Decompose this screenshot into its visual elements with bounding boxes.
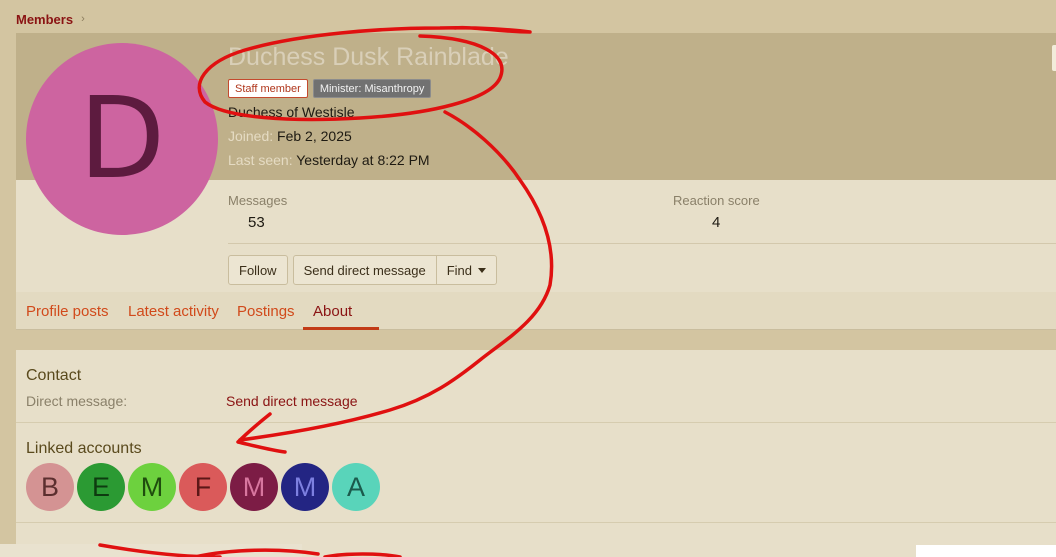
tab-postings[interactable]: Postings — [237, 303, 295, 320]
linked-account-avatar[interactable]: M — [230, 463, 278, 511]
linked-accounts-heading: Linked accounts — [26, 440, 142, 457]
contact-heading: Contact — [26, 367, 82, 384]
active-tab-underline — [303, 327, 379, 330]
profile-card: D Duchess Dusk Rainblade Staff member Mi… — [16, 33, 1056, 330]
about-section: Contact Direct message: Send direct mess… — [16, 350, 1056, 557]
joined-line: Joined: Feb 2, 2025 — [228, 128, 352, 144]
linked-account-avatar[interactable]: M — [281, 463, 329, 511]
linked-account-avatar[interactable]: F — [179, 463, 227, 511]
linked-account-avatar[interactable]: A — [332, 463, 380, 511]
messages-stat: Messages 53 — [228, 193, 287, 231]
joined-label: Joined: — [228, 128, 274, 144]
reaction-score-stat: Reaction score 4 — [673, 193, 760, 231]
stats-divider — [228, 243, 1056, 244]
user-title: Duchess of Westisle — [228, 104, 355, 120]
follow-button[interactable]: Follow — [228, 255, 288, 285]
last-seen-value: Yesterday at 8:22 PM — [296, 152, 430, 168]
bottom-white-box — [916, 545, 1056, 557]
linked-accounts-list: BEMFMMA — [26, 463, 380, 511]
linked-account-avatar[interactable]: B — [26, 463, 74, 511]
find-dropdown-button[interactable]: Find — [436, 255, 497, 285]
messages-count[interactable]: 53 — [228, 214, 287, 231]
reaction-score-label: Reaction score — [673, 193, 760, 208]
user-badges: Staff member Minister: Misanthropy — [228, 79, 432, 98]
tab-profile-posts[interactable]: Profile posts — [26, 303, 109, 320]
section-divider — [16, 522, 1056, 523]
linked-account-avatar[interactable]: M — [128, 463, 176, 511]
send-direct-message-link[interactable]: Send direct message — [226, 393, 358, 409]
caret-down-icon — [478, 267, 486, 273]
tab-latest-activity[interactable]: Latest activity — [128, 303, 219, 320]
profile-actions: Follow Send direct message Find — [228, 255, 497, 285]
messages-label: Messages — [228, 193, 288, 208]
breadcrumb-chevron-icon: › — [81, 13, 85, 25]
last-seen-label: Last seen: — [228, 152, 293, 168]
profile-tabs: Profile posts Latest activity Postings A… — [16, 292, 1056, 330]
section-divider — [16, 422, 1056, 423]
last-seen-line: Last seen: Yesterday at 8:22 PM — [228, 152, 430, 168]
bottom-strip — [0, 544, 302, 557]
find-label: Find — [446, 262, 472, 278]
avatar-letter: D — [78, 74, 166, 204]
joined-value: Feb 2, 2025 — [277, 128, 352, 144]
staff-member-badge: Staff member — [228, 79, 308, 98]
breadcrumb: Members › — [16, 10, 85, 28]
direct-message-label: Direct message: — [26, 393, 128, 409]
minister-badge: Minister: Misanthropy — [312, 79, 432, 98]
tab-about[interactable]: About — [313, 303, 352, 320]
linked-account-avatar[interactable]: E — [77, 463, 125, 511]
action-button-group: Send direct message Find — [292, 255, 497, 285]
reaction-score-value[interactable]: 4 — [673, 214, 760, 231]
profile-avatar[interactable]: D — [26, 43, 218, 235]
breadcrumb-members-link[interactable]: Members — [16, 12, 73, 27]
user-name: Duchess Dusk Rainblade — [228, 43, 509, 71]
header-edge-button[interactable] — [1052, 45, 1056, 71]
send-direct-message-button[interactable]: Send direct message — [292, 255, 437, 285]
page: Members › D Duchess Dusk Rainblade Staff… — [0, 0, 1056, 557]
